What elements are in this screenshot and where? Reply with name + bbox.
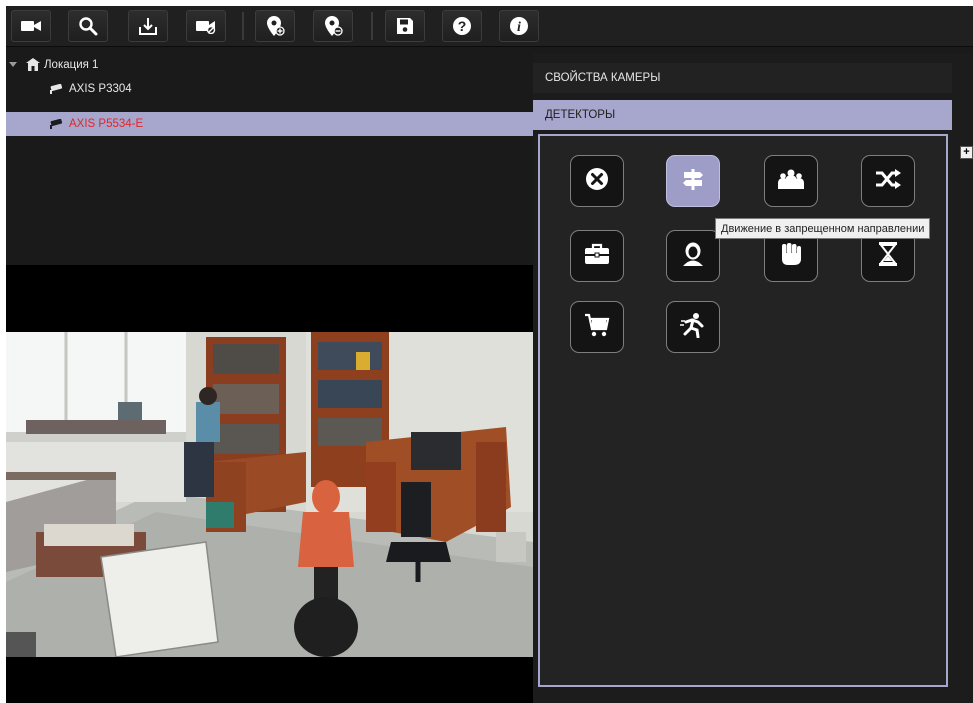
svg-text:?: ? xyxy=(458,18,467,34)
shuffle-icon xyxy=(874,168,902,195)
camera-add-icon xyxy=(20,18,42,34)
direction-sign-icon xyxy=(680,166,706,197)
location-remove-icon xyxy=(323,15,343,37)
face-icon xyxy=(681,241,705,272)
download-button[interactable] xyxy=(128,10,168,42)
running-man-icon xyxy=(680,312,706,343)
camera-icon xyxy=(48,118,64,132)
camera-icon xyxy=(48,83,64,97)
save-icon xyxy=(396,17,414,35)
detector-button-wrong-direction[interactable] xyxy=(666,155,720,207)
detectors-header[interactable]: ДЕТЕКТОРЫ xyxy=(533,100,952,130)
location-icon xyxy=(26,58,40,74)
location-add-icon xyxy=(265,15,285,37)
cart-icon xyxy=(584,312,610,343)
add-button[interactable]: + xyxy=(960,146,973,159)
info-icon: i xyxy=(509,16,529,36)
camera-frame-image xyxy=(6,332,533,657)
tree-camera-label: AXIS P5534-E xyxy=(69,118,144,130)
crowd-icon xyxy=(777,167,805,196)
camera-video-feed[interactable] xyxy=(6,332,533,657)
info-button[interactable]: i xyxy=(499,10,539,42)
properties-panel: СВОЙСТВА КАМЕРЫ ДЕТЕКТОРЫ Движение в зап… xyxy=(533,53,973,703)
detector-button-cart[interactable] xyxy=(570,301,624,353)
toolbar: ? i xyxy=(6,6,973,47)
location-add-button[interactable] xyxy=(255,10,295,42)
toolbar-divider xyxy=(371,12,373,40)
location-remove-button[interactable] xyxy=(313,10,353,42)
detector-button-abandoned-object[interactable] xyxy=(570,230,624,282)
camera-disable-button[interactable] xyxy=(186,10,226,42)
tree-location-row[interactable]: Локация 1 xyxy=(6,53,533,77)
detector-tooltip: Движение в запрещенном направлении xyxy=(715,218,931,239)
tree-location-label: Локация 1 xyxy=(44,59,99,71)
tree-camera-label: AXIS P3304 xyxy=(69,83,132,95)
toolbar-divider xyxy=(242,12,244,40)
tree-camera-row-selected[interactable]: AXIS P5534-E xyxy=(6,112,533,136)
save-button[interactable] xyxy=(385,10,425,42)
expand-arrow-icon[interactable] xyxy=(9,62,17,67)
video-letterbox-bottom xyxy=(6,657,533,703)
briefcase-icon xyxy=(584,243,610,270)
hourglass-icon xyxy=(877,241,899,272)
svg-text:i: i xyxy=(517,20,521,35)
camera-properties-header[interactable]: СВОЙСТВА КАМЕРЫ xyxy=(533,63,952,93)
close-icon xyxy=(584,166,610,197)
fist-icon xyxy=(779,241,803,272)
detector-button-close[interactable] xyxy=(570,155,624,207)
detectors-container xyxy=(538,134,948,687)
app-window: ? i Локация 1 AXIS P3304 AXIS P5534-E СВ… xyxy=(6,6,973,703)
tree-camera-row[interactable]: AXIS P3304 xyxy=(6,77,533,101)
download-icon xyxy=(138,16,158,36)
detector-button-face[interactable] xyxy=(666,230,720,282)
search-icon xyxy=(78,16,98,36)
video-letterbox-top xyxy=(6,265,533,332)
camera-add-button[interactable] xyxy=(11,10,51,42)
detector-button-crowd[interactable] xyxy=(764,155,818,207)
search-button[interactable] xyxy=(68,10,108,42)
camera-tree: Локация 1 AXIS P3304 AXIS P5534-E xyxy=(6,53,533,265)
detector-button-shuffle[interactable] xyxy=(861,155,915,207)
help-button[interactable]: ? xyxy=(442,10,482,42)
camera-disabled-icon xyxy=(195,18,217,34)
help-icon: ? xyxy=(452,16,472,36)
detector-button-running[interactable] xyxy=(666,301,720,353)
